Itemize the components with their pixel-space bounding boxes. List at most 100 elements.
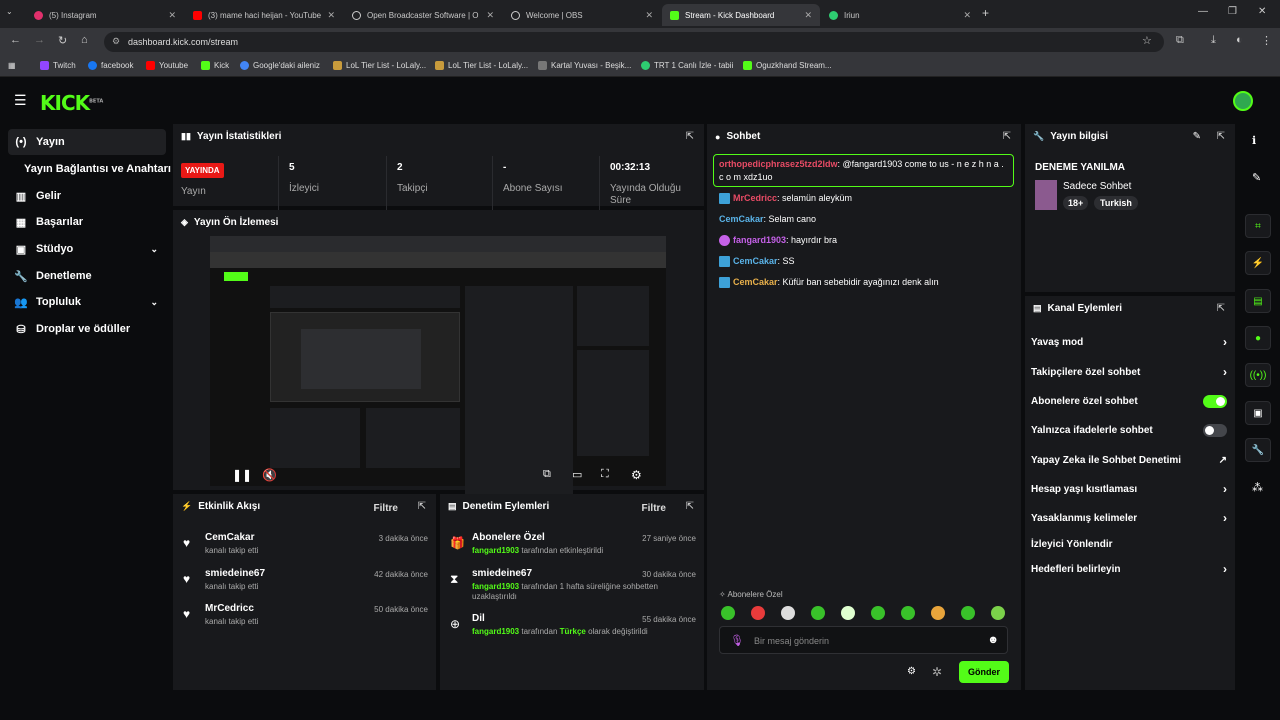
close-tab-icon[interactable]: ✕ — [804, 10, 812, 21]
bookmark-lol-tier-2[interactable]: LoL Tier List - LoLaly... — [435, 61, 528, 70]
emote-icon[interactable] — [961, 606, 975, 620]
fullscreen-icon[interactable]: ⛶ — [601, 468, 609, 481]
browser-tab-instagram[interactable]: (5) Instagram ✕ — [26, 4, 184, 26]
emote-icon[interactable] — [781, 606, 795, 620]
site-info-icon[interactable]: ⚙ — [112, 36, 120, 47]
action-account-age[interactable]: Hesap yaşı kısıtlaması › — [1031, 478, 1227, 500]
emote-icon[interactable] — [751, 606, 765, 620]
sidebar-item-topluluk[interactable]: 👥 Topluluk ⌄ — [8, 289, 166, 315]
chat-settings-icon[interactable]: ⚙ — [907, 666, 916, 677]
video-player[interactable] — [210, 236, 666, 516]
action-followers-only[interactable]: Takipçilere özel sohbet › — [1031, 361, 1227, 383]
rail-lightning-icon[interactable]: ⚡ — [1245, 251, 1271, 275]
action-ai-moderation[interactable]: Yapay Zeka ile Sohbet Denetimi ↗ — [1031, 449, 1227, 471]
pip-icon[interactable]: ⧉ — [543, 468, 551, 481]
maximize-icon[interactable]: ❐ — [1228, 6, 1237, 17]
hamburger-menu-icon[interactable]: ☰ — [14, 92, 27, 109]
popout-icon[interactable]: ⇱ — [418, 501, 426, 512]
action-slow-mode[interactable]: Yavaş mod › — [1031, 331, 1227, 353]
sidebar-item-droplar[interactable]: ⛁ Droplar ve ödüller — [8, 316, 166, 342]
action-banned-words[interactable]: Yasaklanmış kelimeler › — [1031, 507, 1227, 529]
bookmark-google-family[interactable]: Google'daki aileniz — [240, 61, 320, 70]
menu-icon[interactable]: ⋮ — [1261, 34, 1272, 47]
sidebar-item-yayin[interactable]: (•) Yayın — [8, 129, 166, 155]
new-tab-icon[interactable]: + — [982, 6, 989, 20]
emote-icon[interactable] — [871, 606, 885, 620]
browser-tab-iriun[interactable]: Iriun ✕ — [821, 4, 979, 26]
rail-wrench-icon[interactable]: 🔧 — [1245, 438, 1271, 462]
cast-icon[interactable]: ▭ — [572, 468, 582, 481]
bookmark-twitch[interactable]: Twitch — [40, 61, 76, 70]
bookmark-lol-tier-1[interactable]: LoL Tier List - LoLaly... — [333, 61, 426, 70]
close-tab-icon[interactable]: ✕ — [486, 10, 494, 21]
kick-logo[interactable]: KICKBETA — [40, 91, 103, 115]
bookmark-facebook[interactable]: facebook — [88, 61, 133, 70]
filter-button[interactable]: Filtre — [374, 503, 398, 514]
emoji-icon[interactable]: ☻ — [987, 634, 999, 646]
browser-tab-kick-dashboard[interactable]: Stream - Kick Dashboard ✕ — [662, 4, 820, 26]
action-emotes-only[interactable]: Yalnızca ifadelerle sohbet — [1031, 419, 1227, 441]
rail-document-icon[interactable]: ▤ — [1245, 289, 1271, 313]
emote-icon[interactable] — [901, 606, 915, 620]
popout-icon[interactable]: ⇱ — [1217, 131, 1225, 142]
bookmark-star-icon[interactable]: ☆ — [1142, 34, 1152, 47]
popout-icon[interactable]: ⇱ — [1217, 303, 1225, 314]
forward-icon[interactable]: → — [34, 34, 45, 46]
reload-icon[interactable]: ↻ — [58, 34, 67, 47]
sidebar-item-gelir[interactable]: ▥ Gelir — [8, 183, 166, 209]
sidebar-item-basarilar[interactable]: ▦ Başarılar — [8, 209, 166, 235]
mute-icon[interactable]: 🔇 — [262, 468, 277, 482]
tab-search-icon[interactable]: ⌄ — [6, 7, 13, 16]
back-icon[interactable]: ← — [10, 34, 21, 46]
url-input[interactable]: ⚙ dashboard.kick.com/stream — [104, 32, 1164, 52]
rail-broadcast-icon[interactable]: ((•)) — [1245, 363, 1271, 387]
download-icon[interactable]: ⤓ — [1211, 34, 1216, 47]
emote-icon[interactable] — [811, 606, 825, 620]
pinned-message[interactable]: orthopedicphrasez5tzd2ldw: @fangard1903 … — [713, 154, 1014, 187]
close-tab-icon[interactable]: ✕ — [963, 10, 971, 21]
extensions-icon[interactable]: ⧉ — [1176, 34, 1184, 47]
close-tab-icon[interactable]: ✕ — [645, 10, 653, 21]
user-avatar[interactable] — [1233, 91, 1253, 111]
microphone-icon[interactable]: 🎙 — [730, 634, 744, 647]
popout-icon[interactable]: ⇱ — [1003, 131, 1011, 142]
action-subscribers-only[interactable]: Abonelere özel sohbet — [1031, 390, 1227, 412]
bookmark-youtube[interactable]: Youtube — [146, 61, 188, 70]
close-tab-icon[interactable]: ✕ — [168, 10, 176, 21]
minimize-icon[interactable]: — — [1198, 6, 1208, 17]
emote-icon[interactable] — [721, 606, 735, 620]
emote-icon[interactable] — [841, 606, 855, 620]
mod-tools-icon[interactable]: ✲ — [932, 665, 942, 679]
send-button[interactable]: Gönder — [959, 661, 1009, 683]
settings-gear-icon[interactable]: ⚙ — [631, 468, 642, 482]
emotes-only-toggle[interactable] — [1203, 423, 1227, 437]
popout-icon[interactable]: ⇱ — [686, 501, 694, 512]
filter-button[interactable]: Filtre — [642, 503, 666, 514]
apps-icon[interactable]: ▦ — [8, 61, 16, 70]
edit-pencil-icon[interactable]: ✎ — [1193, 131, 1201, 142]
emote-icon[interactable] — [991, 606, 1005, 620]
browser-tab-youtube[interactable]: (3) mame haci heijan - YouTube ✕ — [185, 4, 343, 26]
browser-tab-obs[interactable]: Open Broadcaster Software | O ✕ — [344, 4, 502, 26]
rail-chat-icon[interactable]: ● — [1245, 326, 1271, 350]
action-redirect-viewers[interactable]: İzleyici Yönlendir — [1031, 533, 1227, 555]
edit-pencil-icon[interactable]: ✎ — [1252, 171, 1261, 184]
subscribers-only-toggle[interactable] — [1203, 394, 1227, 408]
rail-scan-icon[interactable]: ⌗ — [1245, 214, 1271, 238]
close-tab-icon[interactable]: ✕ — [327, 10, 335, 21]
bookmark-kick[interactable]: Kick — [201, 61, 229, 70]
rail-window-icon[interactable]: ▣ — [1245, 401, 1271, 425]
category-name[interactable]: Sadece Sohbet — [1063, 181, 1131, 192]
info-icon[interactable]: ℹ — [1252, 134, 1256, 147]
sidebar-item-studyo[interactable]: ▣ Stüdyo ⌄ — [8, 236, 166, 262]
window-close-icon[interactable]: ✕ — [1258, 6, 1266, 17]
bookmark-kartal-yuvasi[interactable]: Kartal Yuvası - Beşik... — [538, 61, 631, 70]
action-set-goals[interactable]: Hedefleri belirleyin › — [1031, 558, 1227, 580]
browser-tab-welcome-obs[interactable]: Welcome | OBS ✕ — [503, 4, 661, 26]
pause-icon[interactable]: ❚❚ — [232, 468, 252, 482]
sidebar-item-denetleme[interactable]: 🔧 Denetleme — [8, 263, 166, 289]
chat-input[interactable]: 🎙 Bir mesaj gönderin ☻ — [719, 626, 1008, 654]
bookmark-trt1[interactable]: TRT 1 Canlı İzle - tabii — [641, 61, 733, 70]
add-widget-icon[interactable]: ⁂ — [1252, 481, 1263, 494]
home-icon[interactable]: ⌂ — [81, 34, 88, 46]
